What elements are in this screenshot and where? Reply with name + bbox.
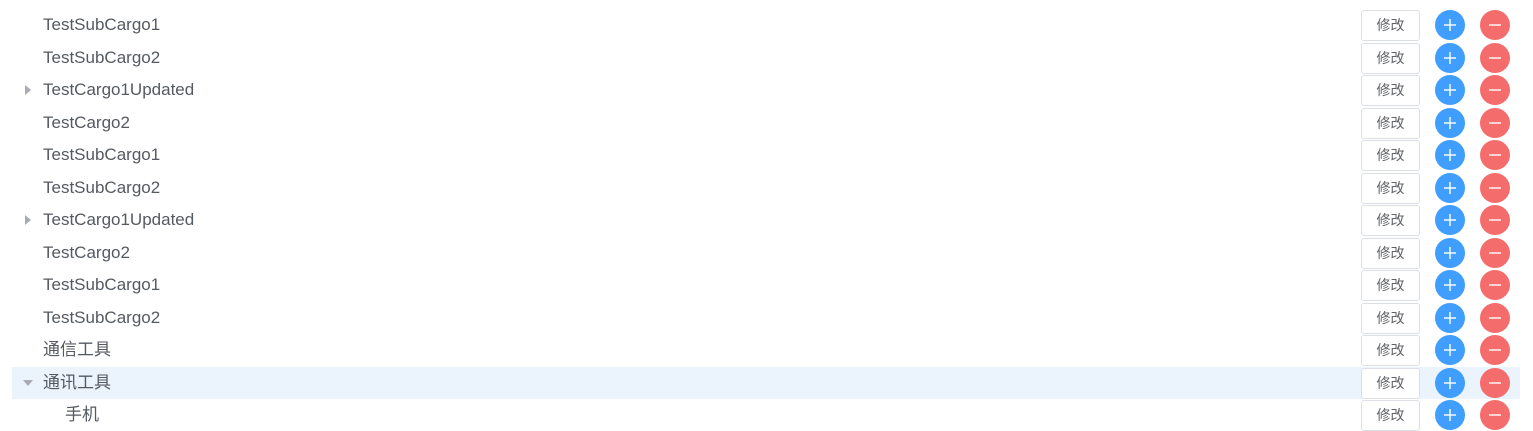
plus-icon <box>1444 214 1456 226</box>
add-child-button[interactable] <box>1435 270 1465 300</box>
caret-right-icon[interactable] <box>25 215 31 225</box>
add-child-button[interactable] <box>1435 10 1465 40</box>
tree-row-label: TestCargo1Updated <box>43 80 195 99</box>
edit-button[interactable]: 修改 <box>1361 205 1420 236</box>
tree-row[interactable]: TestSubCargo2 修改 <box>12 42 1520 74</box>
edit-button[interactable]: 修改 <box>1361 140 1420 171</box>
edit-button[interactable]: 修改 <box>1361 400 1420 431</box>
delete-button[interactable] <box>1480 400 1510 430</box>
delete-button[interactable] <box>1480 10 1510 40</box>
plus-icon <box>1444 409 1456 421</box>
tree-row[interactable]: TestCargo2 修改 <box>12 107 1520 139</box>
delete-button[interactable] <box>1480 107 1510 138</box>
category-tree: TestSubCargo1 修改 TestSubCargo2 修改 TestCargo1… <box>0 0 1533 431</box>
edit-button[interactable]: 修改 <box>1361 172 1420 204</box>
add-child-button[interactable] <box>1435 302 1465 333</box>
tree-row[interactable]: TestCargo1Updated 修改 <box>12 74 1520 106</box>
tree-row-label: 通信工具 <box>43 340 111 359</box>
add-child-button[interactable] <box>1435 367 1465 398</box>
delete-button[interactable] <box>1480 237 1510 268</box>
edit-button[interactable]: 修改 <box>1361 75 1420 106</box>
delete-button[interactable] <box>1480 75 1510 105</box>
add-child-button[interactable] <box>1435 237 1465 268</box>
minus-icon <box>1489 251 1501 254</box>
add-child-button[interactable] <box>1435 42 1465 73</box>
plus-icon <box>1444 344 1456 356</box>
add-child-button[interactable] <box>1435 140 1465 170</box>
minus-icon <box>1489 414 1501 416</box>
minus-icon <box>1489 349 1501 351</box>
edit-button[interactable]: 修改 <box>1361 107 1420 139</box>
edit-button[interactable]: 修改 <box>1361 42 1420 74</box>
tree-row[interactable]: 手机 修改 <box>12 399 1520 431</box>
add-child-button[interactable] <box>1435 107 1465 138</box>
tree-row[interactable]: TestSubCargo1 修改 <box>12 139 1520 171</box>
plus-icon <box>1444 84 1456 96</box>
minus-icon <box>1489 89 1501 91</box>
add-child-button[interactable] <box>1435 400 1465 430</box>
tree-row-label: TestSubCargo1 <box>43 145 161 164</box>
plus-icon <box>1444 311 1456 324</box>
edit-button[interactable]: 修改 <box>1361 302 1420 334</box>
tree-row-label: 通讯工具 <box>43 372 111 392</box>
plus-icon <box>1444 51 1456 64</box>
plus-icon <box>1444 246 1456 259</box>
add-child-button[interactable] <box>1435 172 1465 203</box>
tree-row-label: TestSubCargo2 <box>43 307 161 327</box>
delete-button[interactable] <box>1480 302 1510 333</box>
minus-icon <box>1489 219 1501 221</box>
tree-row-label: TestSubCargo1 <box>43 15 161 34</box>
edit-button[interactable]: 修改 <box>1361 367 1420 399</box>
tree-row-label: TestSubCargo2 <box>43 47 161 67</box>
plus-icon <box>1444 181 1456 194</box>
tree-row[interactable]: TestCargo1Updated 修改 <box>12 204 1520 236</box>
edit-button[interactable]: 修改 <box>1361 10 1420 41</box>
tree-row[interactable]: 通讯工具 修改 <box>12 366 1520 399</box>
tree-row-label: TestCargo2 <box>43 112 130 132</box>
tree-row-label: 手机 <box>65 405 99 424</box>
edit-button[interactable]: 修改 <box>1361 237 1420 269</box>
tree-row[interactable]: TestCargo2 修改 <box>12 237 1520 269</box>
tree-row[interactable]: 通信工具 修改 <box>12 334 1520 366</box>
delete-button[interactable] <box>1480 270 1510 300</box>
plus-icon <box>1444 279 1456 291</box>
delete-button[interactable] <box>1480 367 1510 398</box>
caret-down-icon[interactable] <box>23 379 33 386</box>
edit-button[interactable]: 修改 <box>1361 270 1420 301</box>
plus-icon <box>1444 149 1456 161</box>
minus-icon <box>1489 24 1501 26</box>
tree-row-label: TestCargo1Updated <box>43 210 195 229</box>
tree-row[interactable]: TestSubCargo2 修改 <box>12 302 1520 334</box>
tree-row[interactable]: TestSubCargo2 修改 <box>12 172 1520 204</box>
delete-button[interactable] <box>1480 172 1510 203</box>
tree-row[interactable]: TestSubCargo1 修改 <box>12 269 1520 301</box>
minus-icon <box>1489 154 1501 156</box>
delete-button[interactable] <box>1480 205 1510 235</box>
plus-icon <box>1444 116 1456 129</box>
delete-button[interactable] <box>1480 140 1510 170</box>
add-child-button[interactable] <box>1435 335 1465 365</box>
edit-button[interactable]: 修改 <box>1361 335 1420 366</box>
minus-icon <box>1489 316 1501 319</box>
delete-button[interactable] <box>1480 335 1510 365</box>
minus-icon <box>1489 186 1501 189</box>
minus-icon <box>1489 381 1501 384</box>
delete-button[interactable] <box>1480 42 1510 73</box>
plus-icon <box>1444 376 1456 389</box>
tree-row-label: TestSubCargo2 <box>43 177 161 197</box>
plus-icon <box>1444 19 1456 31</box>
tree-row[interactable]: TestSubCargo1 修改 <box>12 9 1520 41</box>
tree-row-label: TestCargo2 <box>43 242 130 262</box>
minus-icon <box>1489 284 1501 286</box>
add-child-button[interactable] <box>1435 75 1465 105</box>
tree-row-label: TestSubCargo1 <box>43 275 161 294</box>
caret-right-icon[interactable] <box>25 85 31 95</box>
minus-icon <box>1489 121 1501 124</box>
add-child-button[interactable] <box>1435 205 1465 235</box>
minus-icon <box>1489 56 1501 59</box>
